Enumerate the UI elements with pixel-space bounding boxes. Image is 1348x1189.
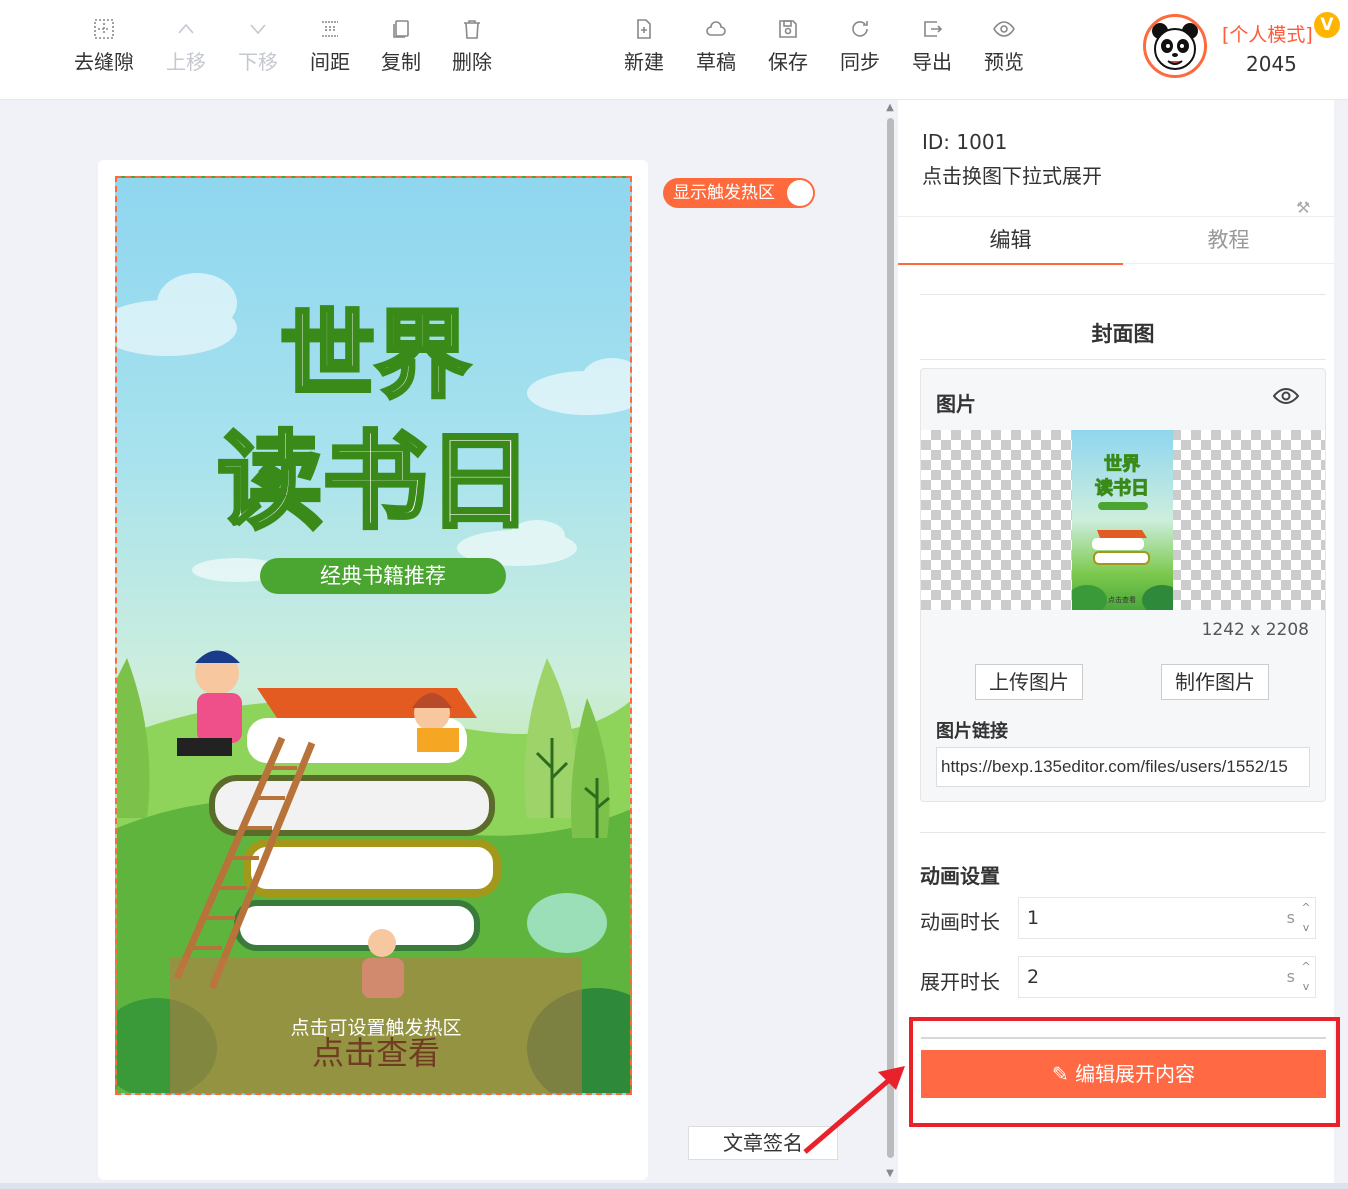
image-link-label: 图片链接 [936, 721, 1008, 742]
cover-thumbnail: 世界 读书日 点击查看 [1072, 430, 1173, 610]
move-up-label: 上移 [166, 50, 206, 74]
copy-icon [390, 18, 412, 40]
upload-image-button[interactable]: 上传图片 [975, 664, 1083, 700]
remove-gap-label: 去缝隙 [74, 50, 134, 74]
spacing-label: 间距 [310, 50, 350, 74]
cover-section-title: 封面图 [1091, 322, 1155, 346]
spacing-button[interactable]: 间距 [294, 14, 366, 75]
save-button[interactable]: 保存 [752, 14, 824, 75]
grid-icon [93, 18, 115, 40]
toolbar: 去缝隙 上移 下移 间距 复制 删除 新建 草稿 保存 同步 导出 预览 [个人… [0, 0, 1348, 100]
tab-tutorial[interactable]: 教程 [1123, 217, 1334, 265]
edit-expand-content-button[interactable]: ✎ 编辑展开内容 [921, 1050, 1326, 1098]
delete-button[interactable]: 删除 [436, 14, 508, 75]
move-down-label: 下移 [238, 50, 278, 74]
duration-unit: s [1286, 908, 1295, 927]
panda-avatar-icon [1152, 23, 1198, 70]
expand-duration-input[interactable]: 2 s ^ v [1018, 956, 1316, 998]
poster-title-2: 读书日 [217, 421, 532, 543]
export-button[interactable]: 导出 [896, 14, 968, 75]
divider [921, 1037, 1326, 1039]
image-box: 图片 世界 读书日 点击查看 1242 x 2208 上传图片 制作图片 图片链… [920, 368, 1326, 802]
mode-label[interactable]: [个人模式] [1222, 20, 1313, 47]
sync-label: 同步 [840, 50, 880, 74]
annotation-arrow-icon [803, 1066, 905, 1154]
eye-icon[interactable] [1272, 385, 1300, 411]
sync-icon [849, 18, 871, 40]
thumb-title-2: 读书日 [1095, 477, 1149, 499]
export-label: 导出 [912, 50, 952, 74]
poster-title-1: 世界 [280, 301, 470, 411]
animation-duration-input[interactable]: 1 s ^ v [1018, 897, 1316, 939]
copy-button[interactable]: 复制 [365, 14, 437, 75]
eye-icon [993, 18, 1015, 40]
expand-duration-label: 展开时长 [920, 970, 1000, 994]
save-label: 保存 [768, 50, 808, 74]
expand-unit: s [1286, 967, 1295, 986]
scroll-down-arrow-icon[interactable]: ▼ [884, 1168, 896, 1180]
divider [920, 832, 1326, 833]
show-hotspot-toggle[interactable]: 显示触发热区 [663, 178, 815, 208]
preview-button[interactable]: 预览 [968, 14, 1040, 75]
tab-edit[interactable]: 编辑 [898, 217, 1123, 265]
image-preview: 世界 读书日 点击查看 [921, 430, 1325, 610]
divider [920, 359, 1326, 360]
remove-gap-button[interactable]: 去缝隙 [68, 14, 140, 75]
sync-button[interactable]: 同步 [824, 14, 896, 75]
edit-expand-content-label: 编辑展开内容 [1075, 1062, 1196, 1086]
panel-tabs: 编辑 教程 [898, 216, 1334, 265]
bottom-edge [0, 1183, 1348, 1189]
component-description: 点击换图下拉式展开 [922, 164, 1102, 188]
draft-button[interactable]: 草稿 [680, 14, 752, 75]
spacing-icon [319, 18, 341, 40]
image-dimensions: 1242 x 2208 [1201, 620, 1309, 640]
expand-duration-value: 2 [1027, 966, 1040, 988]
hotspot-hint-text: 点击可设置触发热区 [290, 1017, 462, 1039]
user-number: 2045 [1246, 52, 1297, 76]
animation-duration-label: 动画时长 [920, 910, 1000, 934]
component-id: ID: 1001 [922, 130, 1008, 154]
make-image-button[interactable]: 制作图片 [1161, 664, 1269, 700]
toggle-knob [787, 180, 813, 206]
preview-label: 预览 [984, 50, 1024, 74]
thumb-cta: 点击查看 [1108, 595, 1136, 604]
chevron-up-icon [175, 18, 197, 40]
stepper-icon[interactable]: ^ v [1299, 957, 1313, 997]
chevron-down-icon [247, 18, 269, 40]
move-down-button[interactable]: 下移 [222, 14, 294, 75]
animation-settings-title: 动画设置 [920, 864, 1000, 888]
poster-subtitle: 经典书籍推荐 [320, 564, 446, 588]
export-icon [921, 18, 943, 40]
canvas-scrollbar[interactable]: ▲ ▼ [884, 102, 896, 1182]
new-label: 新建 [624, 50, 664, 74]
vip-badge: V [1314, 12, 1340, 38]
image-box-title: 图片 [936, 392, 976, 416]
pencil-icon: ✎ [1051, 1062, 1069, 1086]
new-button[interactable]: 新建 [608, 14, 680, 75]
image-link-input[interactable]: https://bexp.135editor.com/files/users/1… [936, 747, 1310, 787]
copy-label: 复制 [381, 50, 421, 74]
animation-duration-value: 1 [1027, 907, 1040, 929]
scroll-thumb[interactable] [887, 118, 894, 1158]
thumb-title-1: 世界 [1104, 454, 1140, 475]
cloud-icon [705, 18, 727, 40]
new-file-icon [633, 18, 655, 40]
show-hotspot-label: 显示触发热区 [673, 183, 775, 203]
draft-label: 草稿 [696, 50, 736, 74]
tools-icon[interactable]: ⚒ [1296, 198, 1310, 217]
save-icon [777, 18, 799, 40]
avatar[interactable] [1143, 14, 1207, 78]
trash-icon [461, 18, 483, 40]
scroll-up-arrow-icon[interactable]: ▲ [884, 102, 896, 114]
move-up-button[interactable]: 上移 [150, 14, 222, 75]
delete-label: 删除 [452, 50, 492, 74]
stepper-icon[interactable]: ^ v [1299, 898, 1313, 938]
divider [920, 294, 1326, 295]
